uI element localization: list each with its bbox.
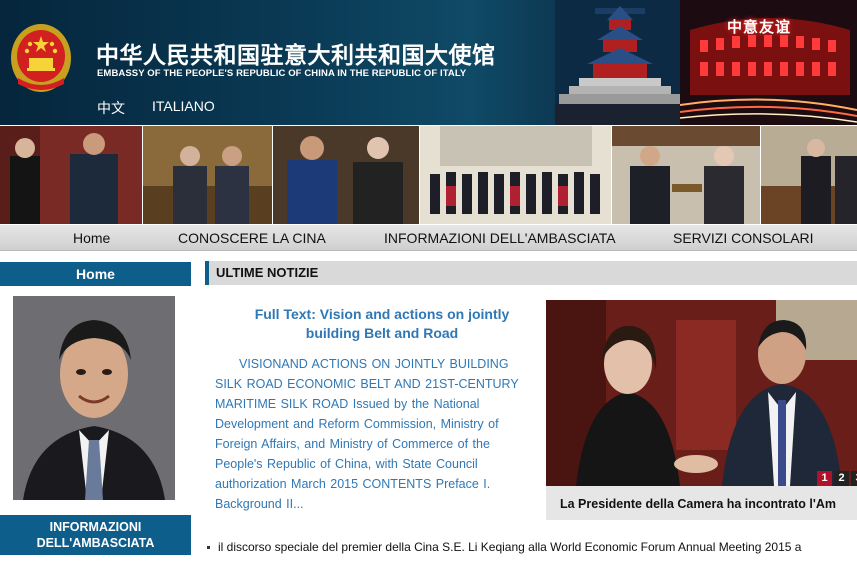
- section-title: ULTIME NOTIZIE: [216, 265, 319, 280]
- news-item-text[interactable]: il discorso speciale del premier della C…: [218, 540, 801, 554]
- news-list-item[interactable]: il discorso speciale del premier della C…: [207, 540, 801, 554]
- nav-item-servizi-consolari[interactable]: SERVIZI CONSOLARI: [673, 230, 814, 246]
- national-emblem-icon[interactable]: [10, 22, 72, 94]
- slideshow-photo[interactable]: 1 2 3: [546, 300, 857, 486]
- slideshow-page-2[interactable]: 2: [834, 471, 849, 486]
- header-banner: 中华人民共和国驻意大利共和国大使馆 EMBASSY OF THE PEOPLE'…: [0, 0, 857, 125]
- main-navigation: Home CONOSCERE LA CINA INFORMAZIONI DELL…: [0, 225, 857, 251]
- site-title-chinese: 中华人民共和国驻意大利共和国大使馆: [96, 43, 496, 69]
- sidebar-home-link[interactable]: Home: [0, 262, 191, 286]
- slideshow-page-1[interactable]: 1: [817, 471, 832, 486]
- strip-photo-4[interactable]: [420, 126, 612, 224]
- nav-item-conoscere-la-cina[interactable]: CONOSCERE LA CINA: [178, 230, 326, 246]
- site-title-english: EMBASSY OF THE PEOPLE'S REPUBLIC OF CHIN…: [97, 68, 467, 79]
- news-slideshow: 1 2 3 La Presidente della Camera ha inco…: [546, 300, 857, 520]
- friendship-sign: 中意友谊: [727, 18, 792, 36]
- ambassador-portrait[interactable]: [13, 296, 175, 500]
- strip-photo-2[interactable]: [143, 126, 273, 224]
- slideshow-page-3[interactable]: 3: [851, 471, 857, 486]
- section-accent-bar: [205, 261, 209, 285]
- strip-photo-5[interactable]: [612, 126, 761, 224]
- strip-photo-1[interactable]: [0, 126, 143, 224]
- slideshow-caption[interactable]: La Presidente della Camera ha incontrato…: [560, 497, 836, 511]
- strip-photo-3[interactable]: [273, 126, 420, 224]
- featured-article-excerpt[interactable]: VISIONAND ACTIONS ON JOINTLY BUILDING SI…: [215, 354, 533, 514]
- sidebar-embassy-info-link[interactable]: INFORMAZIONI DELL'AMBASCIATA: [0, 515, 191, 555]
- latest-news-header: ULTIME NOTIZIE: [205, 261, 857, 285]
- bullet-icon: [207, 546, 210, 550]
- language-chinese-link[interactable]: 中文: [97, 98, 125, 118]
- language-italian-link[interactable]: ITALIANO: [152, 98, 215, 114]
- temple-of-heaven-image: [555, 0, 685, 125]
- photo-strip: [0, 126, 857, 224]
- strip-photo-6[interactable]: [761, 126, 857, 224]
- nav-item-informazioni-ambasciata[interactable]: INFORMAZIONI DELL'AMBASCIATA: [384, 230, 616, 246]
- featured-article-title[interactable]: Full Text: Vision and actions on jointly…: [232, 305, 532, 343]
- nav-item-home[interactable]: Home: [73, 230, 110, 246]
